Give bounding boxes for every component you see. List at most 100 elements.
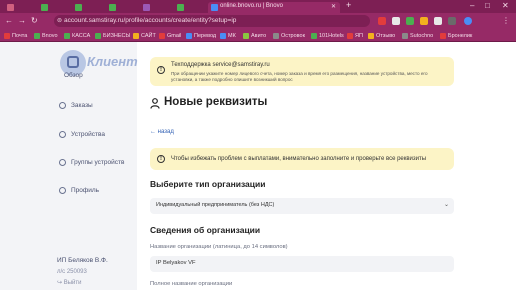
browser-tab[interactable] [174,2,204,13]
bookmark-item[interactable]: КАССА [64,31,90,40]
page: Клиент Обзор Заказы Устройства Группы ус… [0,42,516,290]
tab-favicon-icon [41,4,48,11]
profile-icon [59,187,66,194]
browser-tab[interactable] [140,2,170,13]
brand-title: Клиент [87,54,138,69]
bookmark-favicon-icon [4,32,10,39]
tab-favicon-icon [75,4,82,11]
bookmark-item[interactable]: Отзыво [368,31,395,40]
profile-avatar-icon[interactable] [464,17,472,25]
bookmark-item[interactable]: Gmail [159,31,181,40]
sidebar-item-label: Профиль [71,187,100,194]
tab-favicon-icon [143,4,150,11]
sidebar-item-label: Обзор [64,72,83,79]
bookmark-favicon-icon [159,32,165,39]
bookmark-item[interactable]: Островок [273,31,305,40]
logout-icon: ↪ [57,280,64,286]
extension-icon[interactable] [420,17,428,25]
bookmark-favicon-icon [186,32,192,39]
address-bar-row: ← → ↻ ⊜ account.samstiray.ru/profile/acc… [0,13,516,29]
org-name-input[interactable]: IP Belyakov VF [150,256,454,272]
minimize-button[interactable]: – [470,1,474,10]
maximize-button[interactable]: □ [485,1,490,10]
sidebar-item-orders[interactable]: Заказы [59,102,93,109]
reload-icon[interactable]: ↻ [31,16,38,25]
browser-tab[interactable] [4,2,34,13]
account-name: ИП Беляков В.Ф. [57,257,108,264]
sidebar-item-device-groups[interactable]: Группы устройств [59,159,124,166]
sidebar-item-label: Группы устройств [71,159,125,166]
bookmark-favicon-icon [95,32,101,39]
sidebar-item-overview[interactable]: Обзор [64,72,83,79]
extension-icon[interactable] [434,17,442,25]
close-window-button[interactable]: ✕ [502,1,509,10]
bookmark-item[interactable]: Авито [243,31,266,40]
tab-close-icon[interactable]: ✕ [331,3,336,10]
org-info-title: Сведения об организации [150,225,261,235]
device-groups-icon [59,159,66,166]
bookmark-favicon-icon [311,32,317,39]
new-tab-icon[interactable]: + [346,0,351,10]
bookmark-item[interactable]: Bnovo [34,31,58,40]
browser-menu-icon[interactable]: ⋮ [502,16,510,25]
tab-favicon-icon [211,4,218,11]
org-name-label: Название организации (латиница, до 14 си… [150,244,288,250]
bookmark-favicon-icon [402,32,408,39]
orders-icon [59,102,66,109]
back-icon[interactable]: ← [5,16,13,25]
extension-icon[interactable] [406,17,414,25]
browser-tab[interactable] [38,2,68,13]
bookmark-favicon-icon [347,32,353,39]
bookmark-item[interactable]: БИЗНЕСЫ [95,31,130,40]
forward-icon[interactable]: → [18,16,26,25]
sidebar: Клиент Обзор Заказы Устройства Группы ус… [0,42,138,290]
sidebar-item-profile[interactable]: Профиль [59,187,99,194]
bookmark-favicon-icon [440,32,446,39]
user-icon [150,98,160,109]
url-field[interactable]: ⊜ account.samstiray.ru/profile/accounts/… [54,15,370,27]
browser-tab-strip: online.bnovo.ru | Bnovo ✕ + – □ ✕ [0,0,516,13]
bookmark-item[interactable]: 101Hotels [311,31,344,40]
bookmark-favicon-icon [133,32,139,39]
page-title: Новые реквизиты [164,96,268,108]
site-info-icon[interactable]: ⊜ [57,17,62,24]
back-link[interactable]: ← назад [150,129,174,135]
logout-link[interactable]: ↪ Выйти [57,279,81,286]
org-type-selected-value: Индивидуальный предприниматель (без НДС) [156,202,275,208]
bookmark-favicon-icon [368,32,374,39]
account-id: л/с 250093 [57,269,87,275]
chevron-down-icon: ⌄ [443,202,449,208]
tab-favicon-icon [7,4,14,11]
bookmark-item[interactable]: Перевод [186,31,216,40]
browser-tab[interactable] [106,2,136,13]
sidebar-item-label: Заказы [71,102,93,109]
warning-text: Чтобы избежать проблем с выплатами, вним… [171,156,427,162]
bookmark-item[interactable]: САЙТ [133,31,156,40]
org-full-name-label: Полное название организации [150,281,233,287]
warning-banner: ! Чтобы избежать проблем с выплатами, вн… [150,148,454,170]
bookmark-favicon-icon [34,32,40,39]
sidebar-item-devices[interactable]: Устройства [59,131,105,138]
org-type-title: Выберите тип организации [150,179,266,189]
bookmark-favicon-icon [273,32,279,39]
extension-icon[interactable] [378,17,386,25]
browser-tab[interactable] [72,2,102,13]
org-name-value: IP Belyakov VF [156,260,196,266]
bookmark-favicon-icon [243,32,249,39]
support-text: При обращении укажите номер лицевого сче… [171,71,428,82]
bookmark-item[interactable]: Бронелик [440,31,472,40]
warning-icon: ! [157,155,165,163]
extension-icon[interactable] [392,17,400,25]
extension-icon[interactable] [448,17,456,25]
bookmarks-bar: Почта Bnovo КАССА БИЗНЕСЫ САЙТ Gmail Пер… [0,29,516,42]
devices-icon [59,131,66,138]
bookmark-favicon-icon [220,32,226,39]
browser-tab-active[interactable]: online.bnovo.ru | Bnovo ✕ [208,2,340,13]
support-banner: ! Техподдержка service@samstiray.ru При … [150,57,454,86]
bookmark-item[interactable]: МК [220,31,236,40]
info-icon: ! [157,66,165,74]
org-type-select[interactable]: Индивидуальный предприниматель (без НДС)… [150,198,454,214]
bookmark-item[interactable]: ЯП [347,31,363,40]
bookmark-item[interactable]: Sutochno [402,31,433,40]
bookmark-item[interactable]: Почта [4,31,27,40]
